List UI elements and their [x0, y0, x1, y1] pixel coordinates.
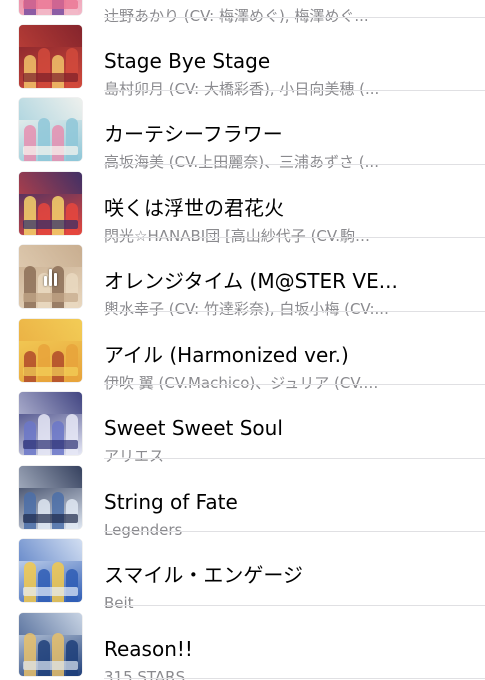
album-artwork — [19, 539, 82, 602]
song-title: 咲くは浮世の君花火 — [104, 195, 284, 220]
album-artwork — [19, 24, 82, 88]
album-artwork — [19, 0, 82, 15]
song-title: スマイル・エンゲージ — [104, 563, 303, 587]
song-title: Stage Bye Stage — [104, 48, 271, 73]
song-list: 辻野あかり (CV: 梅澤めぐ), 梅澤めぐ... Stage Bye Stage… — [0, 0, 485, 680]
song-row[interactable]: アイル (Harmonized ver.) 伊吹 翼 (CV.Machico)、ジ… — [0, 312, 485, 392]
song-row[interactable]: 咲くは浮世の君花火 閃光☆HANABI団 [高山紗代子 (CV.駒… — [0, 165, 485, 245]
album-artwork — [19, 171, 82, 235]
song-row[interactable]: オレンジタイム (M@STER VE... 輿水幸子 (CV: 竹達彩奈), 白坂… — [0, 238, 485, 318]
album-artwork — [19, 465, 82, 529]
song-title: String of Fate — [104, 489, 238, 514]
album-artwork — [19, 392, 82, 455]
album-artwork — [19, 98, 82, 161]
row-divider — [104, 678, 485, 679]
song-title: アイル (Harmonized ver.) — [104, 342, 349, 367]
song-row[interactable]: Reason!! 315 STARS — [0, 606, 485, 680]
song-row[interactable]: String of Fate Legenders — [0, 459, 485, 539]
album-artwork — [19, 245, 82, 308]
song-title: カーテシーフラワー — [104, 122, 283, 146]
song-title: オレンジタイム (M@STER VE... — [104, 269, 398, 293]
album-artwork — [19, 612, 82, 676]
now-playing-icon — [41, 267, 60, 286]
song-row[interactable]: Stage Bye Stage 島村卯月 (CV: 大橋彩香), 小日向美穂 (.… — [0, 18, 485, 98]
album-artwork — [19, 318, 82, 382]
song-title: Reason!! — [104, 636, 193, 661]
song-row[interactable]: Sweet Sweet Soul アリエス — [0, 385, 485, 465]
song-row[interactable]: 辻野あかり (CV: 梅澤めぐ), 梅澤めぐ... — [0, 0, 485, 25]
song-title: Sweet Sweet Soul — [104, 416, 283, 440]
song-row[interactable]: カーテシーフラワー 高坂海美 (CV.上田麗奈)、三浦あずさ (... — [0, 91, 485, 171]
song-row[interactable]: スマイル・エンゲージ Beit — [0, 532, 485, 612]
